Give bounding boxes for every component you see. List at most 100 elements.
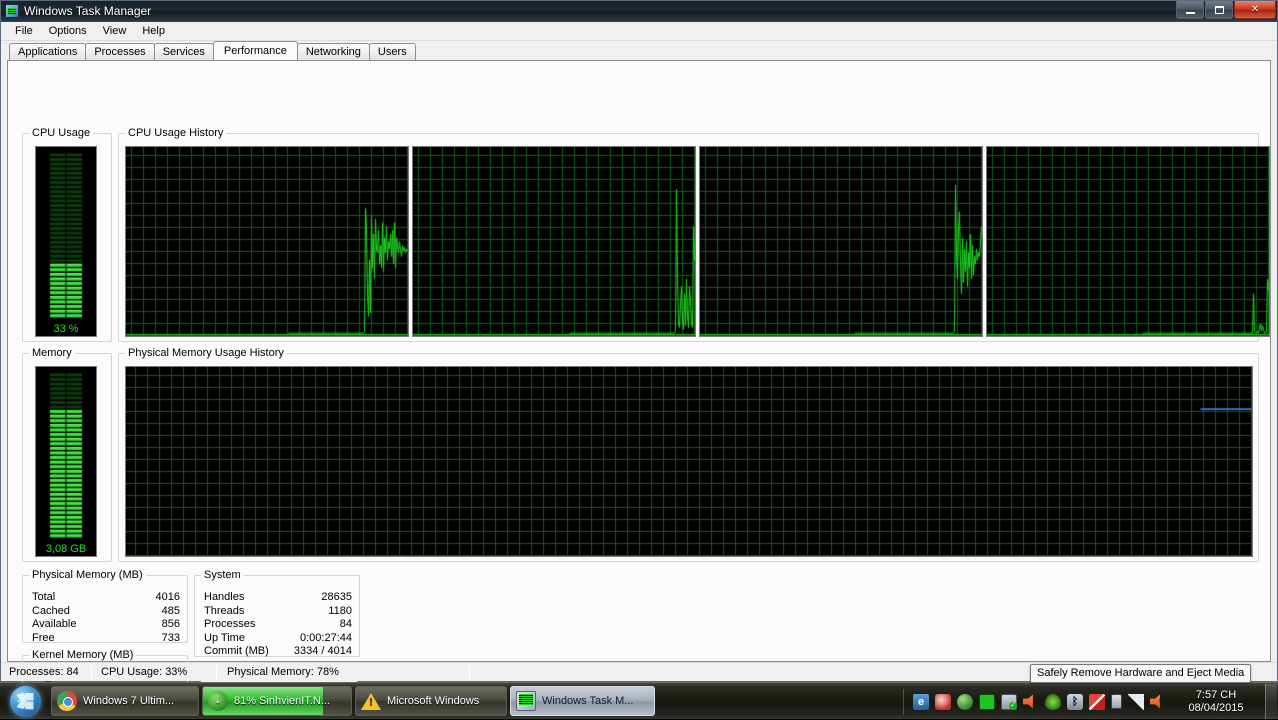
- volume-mute-icon[interactable]: ✕: [1150, 694, 1160, 709]
- warning-icon: [361, 691, 381, 711]
- safely-remove-hardware-icon[interactable]: ✓: [1001, 693, 1017, 710]
- performance-panel: CPU Usage 33 % CPU Usage History Memory …: [7, 60, 1271, 700]
- clock-time: 7:57 CH: [1195, 688, 1237, 701]
- menu-file[interactable]: File: [7, 23, 41, 39]
- nvidia-icon[interactable]: [1045, 693, 1061, 710]
- physical-memory-cached-label: Cached: [32, 604, 70, 617]
- menu-help[interactable]: Help: [134, 23, 173, 39]
- memory-history-group: Physical Memory Usage History: [118, 347, 1259, 562]
- idm-icon[interactable]: [957, 693, 973, 710]
- cpu-history-graph-4: [986, 146, 1270, 337]
- system-processes-label: Processes: [204, 618, 256, 630]
- minimize-icon: [1177, 1, 1203, 18]
- minimize-button[interactable]: [1176, 1, 1204, 19]
- cpu-history-graph-3: [699, 146, 983, 337]
- taskbar-item-task-manager[interactable]: Windows Task M...: [510, 686, 655, 716]
- cpu-history-title: CPU Usage History: [125, 127, 227, 139]
- antivirus-shield-icon[interactable]: [935, 693, 951, 710]
- tab-users[interactable]: Users: [368, 43, 416, 60]
- taskbar: Windows 7 Ultim... 81% SinhvienIT.N... M…: [0, 682, 1278, 719]
- close-icon: ✕: [1250, 4, 1260, 15]
- system-commit-label: Commit (MB): [204, 645, 269, 657]
- system-handles-label: Handles: [204, 591, 245, 603]
- tab-processes[interactable]: Processes: [85, 43, 155, 60]
- system-group: System Handles 28635 Threads 1180 Proces…: [194, 569, 360, 657]
- tab-applications[interactable]: Applications: [9, 43, 87, 60]
- start-button[interactable]: [2, 684, 48, 719]
- status-separator-1: [91, 665, 92, 680]
- status-cpu-usage: CPU Usage: 33%: [101, 666, 188, 678]
- memory-title: Memory: [29, 347, 75, 359]
- physical-memory-list: Total 4016 Cached 485 Available 856 Free…: [22, 591, 188, 645]
- cpu-history-graph-1: [125, 146, 409, 337]
- system-handles-value: 28635: [321, 591, 352, 603]
- close-button[interactable]: ✕: [1234, 1, 1276, 19]
- menu-view[interactable]: View: [95, 23, 135, 39]
- system-uptime-label: Up Time: [204, 631, 245, 644]
- menu-options[interactable]: Options: [41, 23, 95, 39]
- cpu-history-graph-2: [412, 146, 696, 337]
- taskbar-clock[interactable]: 7:57 CH 08/04/2015: [1173, 689, 1259, 715]
- internet-explorer-icon[interactable]: e: [913, 693, 929, 710]
- system-threads-label: Threads: [204, 604, 245, 617]
- cpu-usage-group: CPU Usage 33 %: [22, 127, 112, 342]
- clock-date: 08/04/2015: [1188, 701, 1244, 714]
- status-separator-3: [469, 665, 470, 680]
- status-physical-memory: Physical Memory: 78%: [227, 666, 339, 678]
- memory-meter-canvas: [36, 367, 96, 556]
- stat-row: Handles 28635: [194, 591, 360, 605]
- stat-row: Free 733: [22, 632, 188, 646]
- cpu-usage-meter: 33 %: [35, 146, 97, 337]
- cpu-usage-meter-canvas: [36, 147, 96, 336]
- window-controls: ✕: [1175, 1, 1276, 19]
- network-signal-icon[interactable]: [1128, 693, 1144, 710]
- idm-download-icon: [208, 690, 228, 711]
- system-threads-value: 1180: [328, 604, 352, 617]
- taskbar-item-chrome[interactable]: Windows 7 Ultim...: [51, 686, 199, 716]
- physical-memory-total-label: Total: [32, 591, 56, 603]
- taskbar-item-idm[interactable]: 81% SinhvienIT.N...: [202, 686, 352, 716]
- restore-icon: [1206, 1, 1232, 18]
- physical-memory-total-value: 4016: [155, 591, 180, 603]
- taskbar-item-label: Windows Task M...: [542, 695, 634, 707]
- system-processes-value: 84: [339, 618, 352, 630]
- physical-memory-free-label: Free: [32, 631, 55, 644]
- memory-meter: 3,08 GB: [35, 366, 97, 557]
- green-screen-icon[interactable]: [979, 693, 995, 710]
- show-desktop-button[interactable]: [1265, 684, 1277, 719]
- system-title: System: [201, 569, 244, 581]
- window-title: Windows Task Manager: [24, 4, 152, 18]
- tab-networking[interactable]: Networking: [296, 43, 370, 60]
- cpu-history-group: CPU Usage History: [118, 127, 1270, 342]
- cpu-usage-title: CPU Usage: [29, 127, 94, 139]
- bluetooth-icon[interactable]: ᛒ: [1067, 693, 1083, 710]
- memory-history-title: Physical Memory Usage History: [125, 347, 287, 359]
- physical-memory-cached-value: 485: [161, 604, 180, 617]
- system-tray: e ✓ ᛒ ✕ 7:57 CH 08/04/2015: [903, 683, 1278, 720]
- physical-memory-group: Physical Memory (MB) Total 4016 Cached 4…: [22, 569, 188, 645]
- stat-row: Commit (MB) 3334 / 4014: [194, 645, 360, 659]
- window-titlebar: Windows Task Manager ✕: [1, 1, 1277, 22]
- maximize-button[interactable]: [1205, 1, 1233, 19]
- windows-logo-icon: [9, 685, 41, 717]
- physical-memory-free-value: 733: [161, 631, 180, 644]
- system-commit-value: 3334 / 4014: [293, 645, 352, 657]
- tray-divider: [903, 688, 904, 715]
- kaspersky-icon[interactable]: [1089, 693, 1105, 710]
- physical-memory-title: Physical Memory (MB): [29, 569, 146, 581]
- kernel-memory-title: Kernel Memory (MB): [29, 649, 137, 661]
- physical-memory-available-value: 856: [161, 618, 180, 630]
- status-separator-2: [216, 665, 217, 680]
- memory-value: 3,08 GB: [45, 543, 87, 555]
- battery-icon[interactable]: [1111, 694, 1122, 709]
- tab-services[interactable]: Services: [153, 43, 214, 60]
- taskbar-item-label: Microsoft Windows: [387, 695, 480, 707]
- tab-strip: Applications Processes Services Performa…: [1, 41, 1277, 60]
- speaker-icon[interactable]: [1023, 694, 1033, 709]
- cpu-usage-value: 33 %: [53, 323, 79, 335]
- tab-performance[interactable]: Performance: [212, 41, 298, 60]
- taskbar-item-microsoft-windows[interactable]: Microsoft Windows: [355, 686, 507, 716]
- task-manager-icon: [516, 691, 536, 711]
- desktop: Windows Task Manager ✕ File Options View…: [0, 0, 1278, 719]
- stat-row: Up Time 0:00:27:44: [194, 632, 360, 646]
